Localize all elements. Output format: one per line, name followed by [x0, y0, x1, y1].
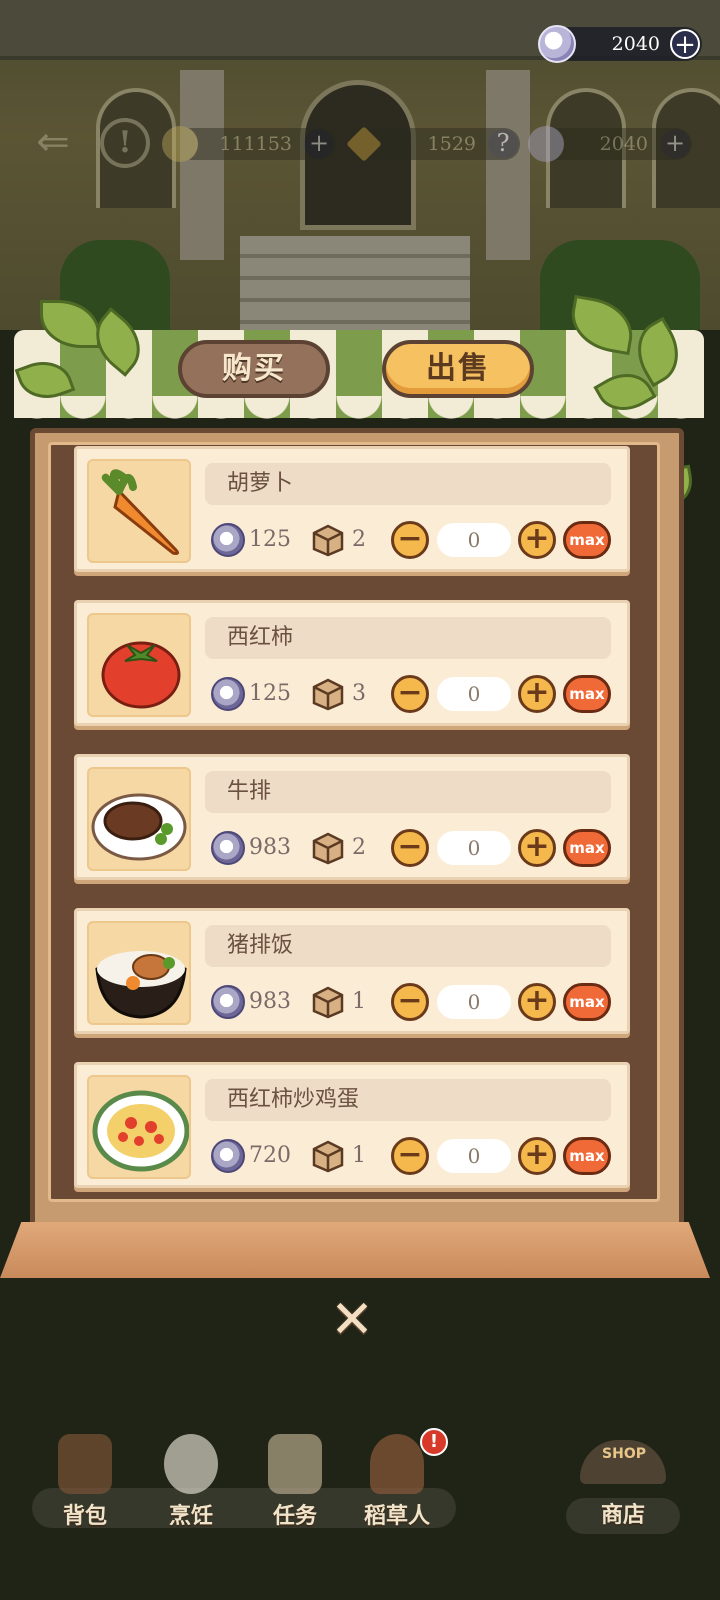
decrease-button[interactable]: −: [391, 675, 429, 713]
quantity-field[interactable]: 0: [437, 831, 511, 865]
box-icon: [312, 832, 344, 865]
tab-sell[interactable]: 出售: [382, 340, 534, 398]
box-icon: [312, 524, 344, 557]
quantity-field[interactable]: 0: [437, 523, 511, 557]
carrot-icon: [87, 459, 191, 563]
underlay-coins: 2040 +: [528, 126, 692, 162]
dock-task-button[interactable]: 任务: [250, 1434, 340, 1534]
dock-scarecrow-label: 稻草人: [363, 1504, 430, 1529]
box-icon: [312, 1140, 344, 1173]
decrease-button[interactable]: −: [391, 829, 429, 867]
underlay-help-icon: ?: [488, 129, 518, 159]
shop-sign-label: SHOP: [602, 1446, 646, 1462]
increase-button[interactable]: +: [518, 1137, 556, 1175]
item-price: 125: [249, 681, 291, 706]
scarecrow-icon: [370, 1434, 424, 1494]
background-column: [180, 70, 224, 260]
add-coins-button[interactable]: +: [670, 29, 700, 59]
quantity-field[interactable]: 0: [437, 985, 511, 1019]
alert-badge: !: [420, 1428, 448, 1456]
close-button[interactable]: ✕: [328, 1294, 376, 1346]
item-stock: 2: [352, 835, 366, 860]
tomato-icon: [87, 613, 191, 717]
max-button[interactable]: max: [563, 1137, 611, 1175]
dock-bag-label: 背包: [62, 1504, 107, 1529]
item-stock: 1: [352, 989, 366, 1014]
decrease-button[interactable]: −: [391, 521, 429, 559]
sell-item-row: 西红柿 125 3 − 0 + max: [74, 600, 630, 726]
item-price: 720: [249, 1143, 291, 1168]
cooking-icon: [164, 1434, 218, 1494]
dock-shop-label: 商店: [566, 1498, 680, 1534]
underlay-gems-value: 1529: [427, 133, 476, 155]
max-button[interactable]: max: [563, 675, 611, 713]
max-button[interactable]: max: [563, 983, 611, 1021]
sell-item-row: 牛排 983 2 − 0 + max: [74, 754, 630, 880]
clipboard-icon: [268, 1434, 322, 1494]
underlay-gold-value: 111153: [219, 133, 292, 155]
item-name: 牛排: [205, 771, 611, 813]
item-price: 983: [249, 989, 291, 1014]
sell-item-row: 西红柿炒鸡蛋 720 1 − 0 + max: [74, 1062, 630, 1188]
dock-bag-button[interactable]: 背包: [40, 1434, 130, 1534]
increase-button[interactable]: +: [518, 675, 556, 713]
coin-balance-value: 2040: [611, 33, 660, 55]
coin-icon: [211, 1139, 245, 1173]
coin-icon: [538, 25, 576, 63]
underlay-gold: 111153 +: [162, 126, 336, 162]
max-button[interactable]: max: [563, 521, 611, 559]
underlay-coins-value: 2040: [599, 133, 648, 155]
coin-icon: [211, 523, 245, 557]
item-price: 983: [249, 835, 291, 860]
coin-icon: [211, 677, 245, 711]
underlay-plus-icon: +: [304, 129, 334, 159]
max-button[interactable]: max: [563, 829, 611, 867]
item-stock: 3: [352, 681, 366, 706]
item-name: 胡萝卜: [205, 463, 611, 505]
item-stock: 1: [352, 1143, 366, 1168]
decrease-button[interactable]: −: [391, 983, 429, 1021]
sell-item-row: 胡萝卜 125 2 − 0 + max: [74, 446, 630, 572]
increase-button[interactable]: +: [518, 983, 556, 1021]
coin-icon: [211, 831, 245, 865]
awning-scallop: [14, 396, 704, 432]
quantity-field[interactable]: 0: [437, 677, 511, 711]
decrease-button[interactable]: −: [391, 1137, 429, 1175]
item-name: 西红柿: [205, 617, 611, 659]
shop-ledge: [0, 1222, 710, 1278]
item-name: 西红柿炒鸡蛋: [205, 1079, 611, 1121]
crystal-icon: [346, 126, 382, 162]
dock-cook-label: 烹饪: [168, 1504, 213, 1529]
increase-button[interactable]: +: [518, 521, 556, 559]
coin-icon: [528, 126, 564, 162]
steak-icon: [87, 767, 191, 871]
dock-shop-button[interactable]: SHOP 商店: [566, 1440, 680, 1536]
pork-rice-icon: [87, 921, 191, 1025]
item-name: 猪排饭: [205, 925, 611, 967]
sell-item-row: 猪排饭 983 1 − 0 + max: [74, 908, 630, 1034]
tomato-egg-icon: [87, 1075, 191, 1179]
dock-cook-button[interactable]: 烹饪: [146, 1434, 236, 1534]
tab-buy[interactable]: 购买: [178, 340, 330, 398]
underlay-currency-bar: 111153 + 1529 ? 2040 +: [0, 124, 720, 164]
dock-task-label: 任务: [272, 1504, 317, 1529]
item-price: 125: [249, 527, 291, 552]
item-stock: 2: [352, 527, 366, 552]
increase-button[interactable]: +: [518, 829, 556, 867]
background-column: [486, 70, 530, 260]
coin-icon: [211, 985, 245, 1019]
coin-balance: 2040 +: [538, 25, 702, 63]
potato-icon: [162, 126, 198, 162]
box-icon: [312, 678, 344, 711]
quantity-field[interactable]: 0: [437, 1139, 511, 1173]
underlay-plus-icon: +: [660, 129, 690, 159]
background-steps: [240, 236, 470, 336]
box-icon: [312, 986, 344, 1019]
backpack-icon: [58, 1434, 112, 1494]
underlay-gems: 1529 ?: [346, 126, 520, 162]
